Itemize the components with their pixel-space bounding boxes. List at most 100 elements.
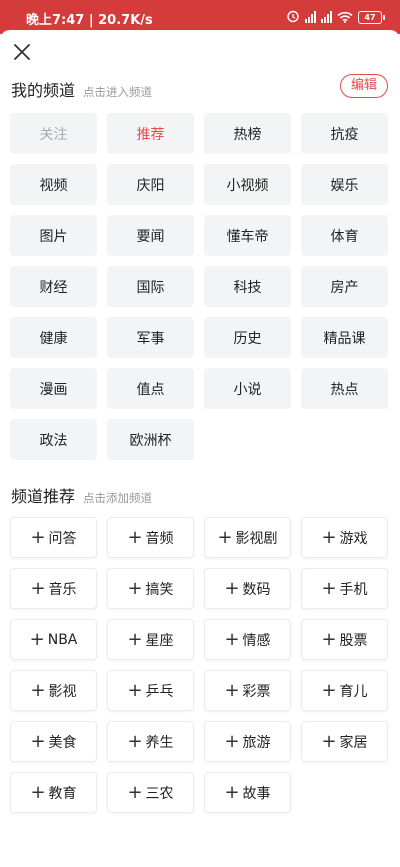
channel-chip[interactable]: 值点 <box>107 368 194 409</box>
add-channel-chip[interactable]: + 育儿 <box>301 670 388 711</box>
channel-label: 美食 <box>48 734 77 751</box>
edit-button[interactable]: 编辑 <box>340 74 388 98</box>
signal-icon <box>305 11 316 23</box>
add-channel-chip[interactable]: + 故事 <box>204 772 291 813</box>
add-channel-chip[interactable]: + 游戏 <box>301 517 388 558</box>
add-channel-chip[interactable]: + 搞笑 <box>107 568 194 609</box>
channel-chip[interactable]: 科技 <box>204 266 291 307</box>
channel-label: 搞笑 <box>145 581 174 598</box>
plus-icon: + <box>30 781 46 803</box>
status-bar: 晚上7:47 | 20.7K/s 47 <box>0 0 400 34</box>
section-title: 频道推荐 <box>11 487 76 506</box>
plus-icon: + <box>217 526 233 548</box>
channel-chip[interactable]: 推荐 <box>107 113 194 154</box>
channel-chip[interactable]: 图片 <box>10 215 97 256</box>
channel-label: 数码 <box>242 581 271 598</box>
channel-chip[interactable]: 军事 <box>107 317 194 358</box>
channel-label: 音频 <box>145 530 174 547</box>
channel-chip[interactable]: 视频 <box>10 164 97 205</box>
plus-icon: + <box>127 628 143 650</box>
plus-icon: + <box>321 526 337 548</box>
channel-label: 旅游 <box>242 734 271 751</box>
add-channel-chip[interactable]: + 问答 <box>10 517 97 558</box>
add-channel-chip[interactable]: + 乒乓 <box>107 670 194 711</box>
plus-icon: + <box>30 730 46 752</box>
alarm-icon <box>286 8 300 27</box>
add-channel-chip[interactable]: + 彩票 <box>204 670 291 711</box>
channel-chip[interactable]: 热榜 <box>204 113 291 154</box>
plus-icon: + <box>127 577 143 599</box>
close-button[interactable] <box>12 42 32 62</box>
channel-label: 游戏 <box>339 530 368 547</box>
add-channel-chip[interactable]: + NBA <box>10 619 97 660</box>
add-channel-chip[interactable]: + 影视 <box>10 670 97 711</box>
channel-label: 育儿 <box>339 683 368 700</box>
channel-chip[interactable]: 关注 <box>10 113 97 154</box>
recommended-channels-grid: + 问答 + 音频 + 影视剧 + 游戏 + 音乐 + 搞笑 + 数码 + 手机 + NBA + 星座 + 情感 + 股票 + 影… <box>10 517 390 813</box>
plus-icon: + <box>127 781 143 803</box>
channel-chip[interactable]: 热点 <box>301 368 388 409</box>
add-channel-chip[interactable]: + 星座 <box>107 619 194 660</box>
channel-label: 手机 <box>339 581 368 598</box>
channel-label: 彩票 <box>242 683 271 700</box>
channel-chip[interactable]: 小视频 <box>204 164 291 205</box>
wifi-icon <box>337 8 353 27</box>
channel-chip[interactable]: 庆阳 <box>107 164 194 205</box>
channel-label: 情感 <box>242 632 271 649</box>
plus-icon: + <box>127 730 143 752</box>
plus-icon: + <box>30 679 46 701</box>
signal-hd-icon <box>321 11 332 23</box>
add-channel-chip[interactable]: + 旅游 <box>204 721 291 762</box>
plus-icon: + <box>30 526 46 548</box>
close-icon <box>14 44 30 60</box>
plus-icon: + <box>321 730 337 752</box>
add-channel-chip[interactable]: + 三农 <box>107 772 194 813</box>
add-channel-chip[interactable]: + 影视剧 <box>204 517 291 558</box>
channel-chip[interactable]: 财经 <box>10 266 97 307</box>
channel-label: 家居 <box>339 734 368 751</box>
channel-chip[interactable]: 小说 <box>204 368 291 409</box>
channel-label: 影视剧 <box>235 530 278 547</box>
plus-icon: + <box>224 628 240 650</box>
channel-label: 教育 <box>48 785 77 802</box>
channel-label: 三农 <box>145 785 174 802</box>
add-channel-chip[interactable]: + 养生 <box>107 721 194 762</box>
add-channel-chip[interactable]: + 教育 <box>10 772 97 813</box>
section-hint: 点击进入频道 <box>83 85 153 99</box>
plus-icon: + <box>29 628 45 650</box>
channel-sheet: 我的频道 点击进入频道 编辑 关注 推荐 热榜 抗疫视频 庆阳 小视频 娱乐图片 要闻 懂车帝体… <box>0 30 400 867</box>
add-channel-chip[interactable]: + 音乐 <box>10 568 97 609</box>
channel-chip[interactable]: 要闻 <box>107 215 194 256</box>
recommended-header: 频道推荐 点击添加频道 <box>11 483 152 507</box>
channel-label: 问答 <box>48 530 77 547</box>
channel-chip[interactable]: 历史 <box>204 317 291 358</box>
channel-label: 影视 <box>48 683 77 700</box>
channel-chip[interactable]: 漫画 <box>10 368 97 409</box>
add-channel-chip[interactable]: + 手机 <box>301 568 388 609</box>
add-channel-chip[interactable]: + 美食 <box>10 721 97 762</box>
channel-chip[interactable]: 健康 <box>10 317 97 358</box>
add-channel-chip[interactable]: + 股票 <box>301 619 388 660</box>
my-channels-header: 我的频道 点击进入频道 <box>11 77 152 101</box>
channel-chip[interactable]: 体育 <box>301 215 388 256</box>
channel-label: 股票 <box>339 632 368 649</box>
channel-chip[interactable]: 精品课 <box>301 317 388 358</box>
add-channel-chip[interactable]: + 家居 <box>301 721 388 762</box>
channel-chip[interactable]: 娱乐 <box>301 164 388 205</box>
channel-chip[interactable]: 政法 <box>10 419 97 460</box>
channel-chip[interactable]: 懂车帝 <box>204 215 291 256</box>
add-channel-chip[interactable]: + 情感 <box>204 619 291 660</box>
plus-icon: + <box>127 679 143 701</box>
channel-chip[interactable]: 欧洲杯 <box>107 419 194 460</box>
plus-icon: + <box>321 679 337 701</box>
plus-icon: + <box>321 628 337 650</box>
channel-chip[interactable]: 国际 <box>107 266 194 307</box>
plus-icon: + <box>321 577 337 599</box>
status-time: 晚上7:47 | 20.7K/s <box>26 13 153 28</box>
channel-label: 养生 <box>145 734 174 751</box>
channel-chip[interactable]: 房产 <box>301 266 388 307</box>
add-channel-chip[interactable]: + 音频 <box>107 517 194 558</box>
channel-chip[interactable]: 抗疫 <box>301 113 388 154</box>
channel-label: 星座 <box>145 632 174 649</box>
add-channel-chip[interactable]: + 数码 <box>204 568 291 609</box>
